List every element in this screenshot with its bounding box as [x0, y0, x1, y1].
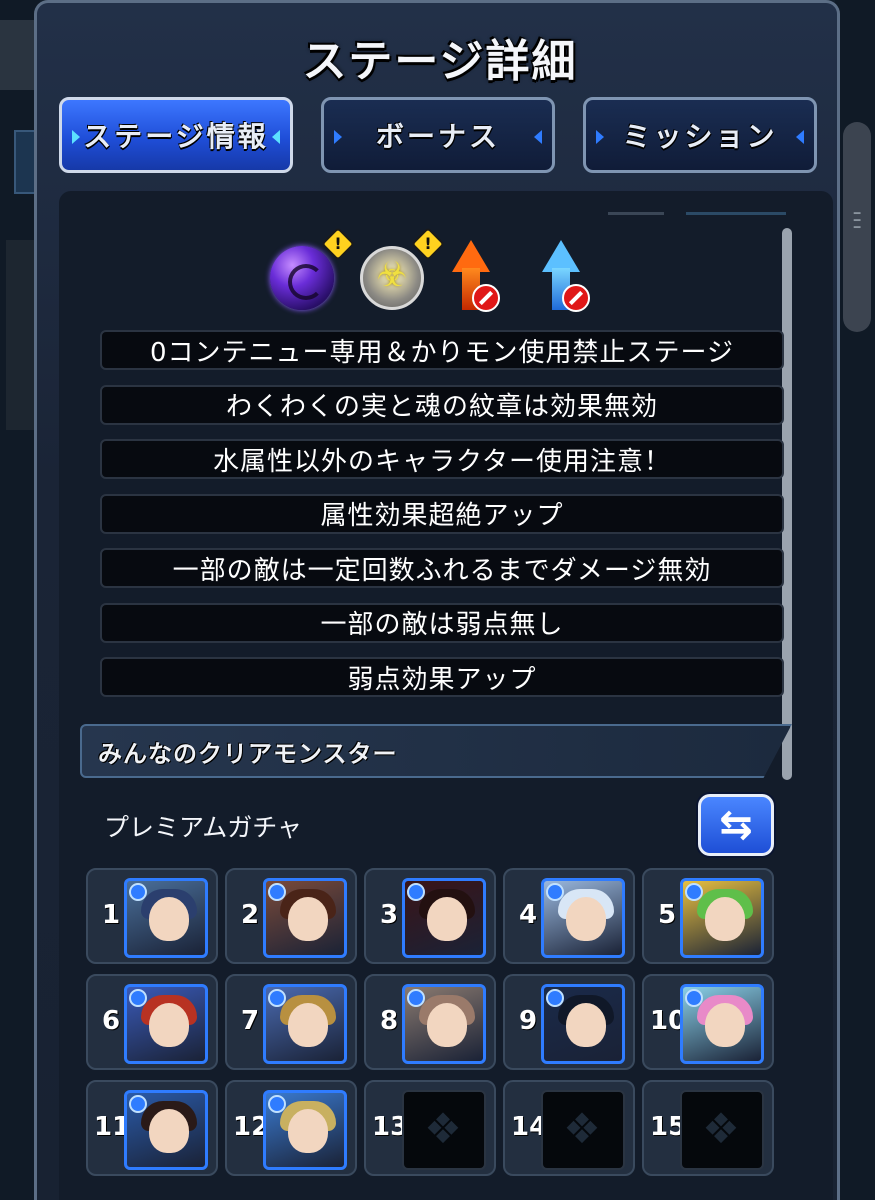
water-element-icon	[268, 1095, 286, 1113]
monster-portrait	[263, 984, 347, 1064]
grip-icon: ━ ━ ━	[853, 207, 861, 234]
monster-portrait	[680, 878, 764, 958]
water-element-icon	[685, 883, 703, 901]
tab-mission[interactable]: ミッション	[583, 97, 817, 173]
tab-label: ステージ情報	[83, 120, 269, 153]
clear-monster-slot[interactable]: 6	[86, 974, 218, 1070]
rank-number: 11	[94, 1112, 131, 1142]
swap-filter-button[interactable]: ⇆	[698, 794, 774, 856]
rank-number: 3	[379, 900, 399, 930]
water-element-icon	[546, 883, 564, 901]
rank-number: 9	[518, 1006, 538, 1036]
rank-number: 2	[240, 900, 260, 930]
water-element-icon	[129, 883, 147, 901]
clear-monster-slot[interactable]: 11	[86, 1080, 218, 1176]
clear-monster-slot[interactable]: 3	[364, 868, 496, 964]
empty-monster-icon	[541, 1090, 625, 1170]
background-element	[0, 20, 38, 90]
monster-portrait	[124, 878, 208, 958]
clear-monster-slot[interactable]: 12	[225, 1080, 357, 1176]
monster-portrait	[541, 984, 625, 1064]
stage-rule: 0コンテニュー専用＆かりモン使用禁止ステージ	[100, 330, 784, 370]
monster-portrait	[402, 984, 486, 1064]
water-element-icon	[685, 989, 703, 1007]
clear-monster-slot[interactable]: 2	[225, 868, 357, 964]
tab-arrow-right-icon	[796, 130, 804, 144]
divider	[608, 212, 664, 215]
background-element	[6, 240, 36, 430]
gear-panel-icon[interactable]	[360, 246, 424, 310]
clear-monster-slot[interactable]: 10	[642, 974, 774, 1070]
rank-number: 12	[233, 1112, 270, 1142]
stage-rules-list: 0コンテニュー専用＆かりモン使用禁止ステージ わくわくの実と魂の紋章は効果無効 …	[100, 330, 784, 712]
water-element-icon	[268, 883, 286, 901]
monster-portrait	[263, 1090, 347, 1170]
water-element-icon	[407, 883, 425, 901]
clear-monster-slot: 14	[503, 1080, 635, 1176]
stage-rule: 一部の敵は一定回数ふれるまでダメージ無効	[100, 548, 784, 588]
water-element-icon	[268, 989, 286, 1007]
empty-monster-icon	[680, 1090, 764, 1170]
monster-portrait	[124, 1090, 208, 1170]
stage-detail-screen: ━━━ ステージ詳細 ステージ情報 ボーナス ミッション ! !	[0, 0, 875, 1200]
tab-stage-info[interactable]: ステージ情報	[59, 97, 293, 173]
monster-portrait	[541, 878, 625, 958]
clear-monster-slot: 15	[642, 1080, 774, 1176]
prohibited-icon	[562, 284, 590, 312]
gacha-filter-label: プレミアムガチャ	[104, 813, 303, 842]
rank-number: 5	[657, 900, 677, 930]
monster-portrait	[124, 984, 208, 1064]
clear-monster-slot[interactable]: 8	[364, 974, 496, 1070]
tab-arrow-left-icon	[596, 130, 604, 144]
water-element-icon	[546, 989, 564, 1007]
clear-monster-slot[interactable]: 1	[86, 868, 218, 964]
water-speed-up-disabled-icon[interactable]	[542, 240, 590, 312]
warning-icon: !	[321, 227, 355, 261]
clear-monster-slot[interactable]: 9	[503, 974, 635, 1070]
stage-rule: わくわくの実と魂の紋章は効果無効	[100, 384, 784, 425]
tab-bonus[interactable]: ボーナス	[321, 97, 555, 173]
tab-arrow-left-icon	[334, 130, 342, 144]
tab-arrow-right-icon	[272, 130, 280, 144]
outer-scroll-track: ━ ━ ━	[835, 0, 875, 1200]
monster-portrait	[680, 984, 764, 1064]
stage-rule: 弱点効果アップ	[100, 657, 784, 697]
fire-speed-up-disabled-icon[interactable]	[452, 240, 500, 312]
stage-rule: 属性効果超絶アップ	[100, 493, 784, 534]
stage-rule: 一部の敵は弱点無し	[100, 602, 784, 643]
tab-arrow-left-icon	[72, 130, 80, 144]
rank-number: 1	[101, 900, 121, 930]
water-element-icon	[129, 1095, 147, 1113]
rank-number: 10	[650, 1006, 687, 1036]
rank-number: 15	[650, 1112, 687, 1142]
monster-portrait	[402, 878, 486, 958]
water-element-icon	[407, 989, 425, 1007]
prohibited-icon	[472, 284, 500, 312]
dark-orb-icon[interactable]	[270, 246, 334, 310]
clear-monster-slot[interactable]: 5	[642, 868, 774, 964]
swap-arrows-icon: ⇆	[719, 802, 753, 848]
clear-monster-slot[interactable]: 7	[225, 974, 357, 1070]
rank-number: 7	[240, 1006, 260, 1036]
gimmick-icons: ! !	[266, 227, 626, 320]
rank-number: 4	[518, 900, 538, 930]
clear-monster-slot[interactable]: 4	[503, 868, 635, 964]
rank-number: 6	[101, 1006, 121, 1036]
water-element-icon	[129, 989, 147, 1007]
empty-monster-icon	[402, 1090, 486, 1170]
tab-label: ミッション	[622, 120, 778, 153]
rank-number: 13	[372, 1112, 409, 1142]
tab-label: ボーナス	[375, 120, 500, 153]
divider	[686, 212, 786, 215]
rank-number: 8	[379, 1006, 399, 1036]
rank-number: 14	[511, 1112, 548, 1142]
stage-rule: 水属性以外のキャラクター使用注意！	[100, 439, 784, 479]
tab-arrow-right-icon	[534, 130, 542, 144]
clear-monster-slot: 13	[364, 1080, 496, 1176]
page-title: ステージ詳細	[302, 36, 578, 87]
clear-monsters-header: みんなのクリアモンスター	[80, 724, 792, 778]
monster-portrait	[263, 878, 347, 958]
